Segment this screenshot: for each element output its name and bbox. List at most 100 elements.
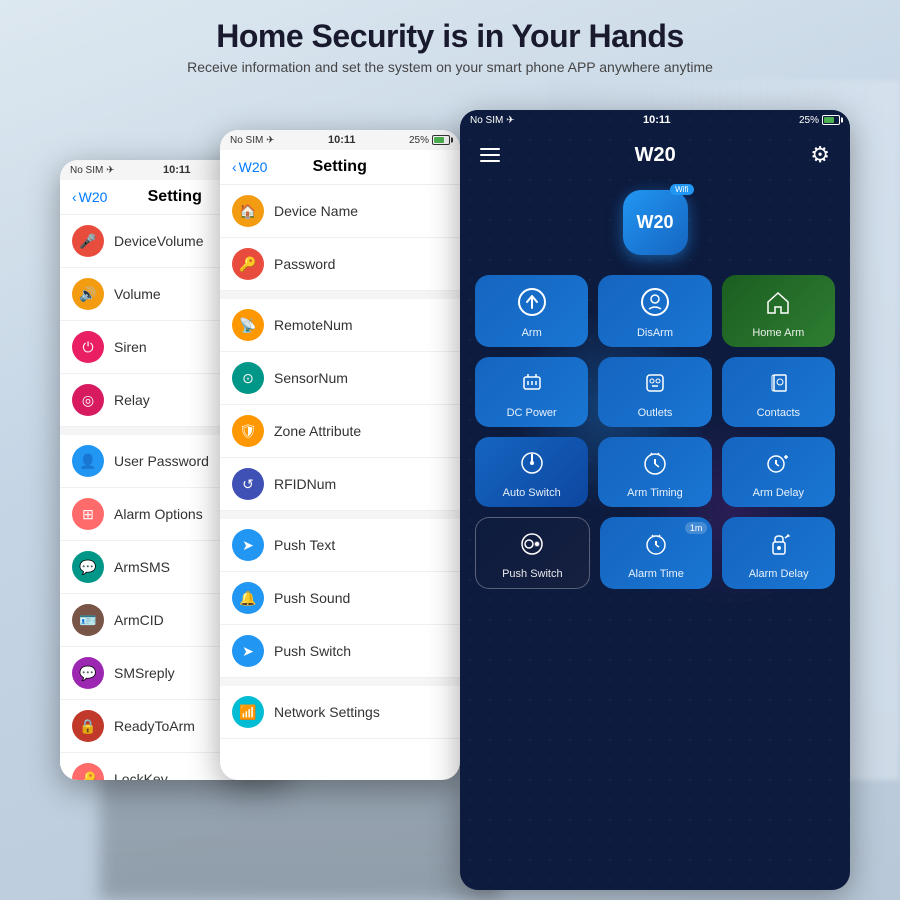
phone2-battery-icon <box>432 135 450 145</box>
phone3-battery-fill <box>824 117 834 123</box>
phone2-status-bar: No SIM ✈ 10:11 25% <box>220 130 460 150</box>
header-section: Home Security is in Your Hands Receive i… <box>0 18 900 75</box>
alarmdelay-label: Alarm Delay <box>749 568 809 580</box>
phone2-menu-item-0[interactable]: 🏠 Device Name <box>220 185 460 238</box>
phone2-battery-pct: 25% <box>409 135 429 146</box>
phone1-icon-1: 🔊 <box>72 278 104 310</box>
phone3-battery-pct: 25% <box>799 115 819 126</box>
phone2-label-2: RemoteNum <box>274 317 448 333</box>
grid-btn-armtiming[interactable]: Arm Timing <box>598 437 711 507</box>
phone2-menu-item-9[interactable]: 📶 Network Settings <box>220 686 460 739</box>
phone1-icon-6: 💬 <box>72 551 104 583</box>
phone2-menu-item-3[interactable]: ⊙ SensorNum <box>220 352 460 405</box>
grid-section: Arm DisArm <box>460 270 850 604</box>
grid-btn-autoswitch[interactable]: Auto Switch <box>475 437 588 507</box>
grid-btn-armdelay[interactable]: Arm Delay <box>722 437 835 507</box>
alarmdelay-icon <box>765 530 793 562</box>
grid-btn-alarmtime[interactable]: 1m Alarm Time <box>600 517 713 589</box>
phone2-sim: No SIM ✈ <box>230 135 275 146</box>
grid-btn-pushswitch[interactable]: Push Switch <box>475 517 590 589</box>
phone2-label-3: SensorNum <box>274 370 448 386</box>
phone2-label-6: Push Text <box>274 537 448 553</box>
phone2-back-btn[interactable]: ‹ W20 <box>232 159 267 175</box>
phone2-menu-item-2[interactable]: 📡 RemoteNum <box>220 299 460 352</box>
phone1-sim: No SIM ✈ <box>70 165 115 176</box>
phone2-menu-item-4[interactable]: 🛡 Zone Attribute <box>220 405 460 458</box>
grid-btn-arm[interactable]: Arm <box>475 275 588 347</box>
phone2-back-arrow: ‹ <box>232 159 237 175</box>
phone2-nav-title: Setting <box>267 158 412 176</box>
phone3-device-name: W20 <box>635 144 676 167</box>
phones-container: No SIM ✈ 10:11 26% ‹ W20 Setting 🎤 <box>30 110 870 870</box>
alarmtime-badge: 1m <box>685 522 708 534</box>
arm-icon <box>517 287 547 321</box>
grid-btn-alarmdelay[interactable]: Alarm Delay <box>722 517 835 589</box>
outlets-icon <box>641 369 669 401</box>
phone1-icon-5: ⊞ <box>72 498 104 530</box>
grid-row-1: DC Power Outlets <box>475 357 835 427</box>
phone2-label-0: Device Name <box>274 203 448 219</box>
phone2-icon-4: 🛡 <box>232 415 264 447</box>
phone1-status-left: No SIM ✈ <box>70 165 115 176</box>
phone2-nav: ‹ W20 Setting <box>220 150 460 185</box>
phone1-back-label: W20 <box>79 189 108 205</box>
hamburger-line-2 <box>480 154 500 156</box>
phone2-icon-2: 📡 <box>232 309 264 341</box>
armdelay-label: Arm Delay <box>753 487 804 499</box>
phone3-status-left: No SIM ✈ <box>470 115 515 126</box>
grid-row-2: Auto Switch Arm Timing <box>475 437 835 507</box>
grid-btn-outlets[interactable]: Outlets <box>598 357 711 427</box>
phone3-battery-icon <box>822 115 840 125</box>
phone2-menu-item-6[interactable]: ➤ Push Text <box>220 519 460 572</box>
main-title: Home Security is in Your Hands <box>0 18 900 55</box>
w20-badge[interactable]: W20 Wifi <box>623 190 688 255</box>
phone2-label-5: RFIDNum <box>274 476 448 492</box>
grid-btn-dcpower[interactable]: DC Power <box>475 357 588 427</box>
grid-btn-disarm[interactable]: DisArm <box>598 275 711 347</box>
w20-badge-text: W20 <box>636 212 673 233</box>
phone1-time: 10:11 <box>163 164 191 176</box>
disarm-label: DisArm <box>637 327 673 339</box>
arm-label: Arm <box>522 327 542 339</box>
phone2-divider <box>220 291 460 299</box>
gear-icon[interactable]: ⚙ <box>810 142 830 168</box>
dcpower-label: DC Power <box>507 407 557 419</box>
phone2-menu-item-7[interactable]: 🔔 Push Sound <box>220 572 460 625</box>
phone2-status-left: No SIM ✈ <box>230 135 275 146</box>
phone1-icon-2: ⏻ <box>72 331 104 363</box>
armdelay-icon <box>764 449 792 481</box>
w20-badge-container: W20 Wifi <box>460 180 850 270</box>
phone2-divider2 <box>220 511 460 519</box>
hamburger-line-3 <box>480 160 500 162</box>
phone2-menu-item-8[interactable]: ➤ Push Switch <box>220 625 460 678</box>
phone2-label-1: Password <box>274 256 448 272</box>
pushswitch-label: Push Switch <box>502 568 563 580</box>
contacts-icon <box>764 369 792 401</box>
phone1-back-btn[interactable]: ‹ W20 <box>72 189 107 205</box>
alarmtime-icon <box>642 530 670 562</box>
autoswitch-label: Auto Switch <box>503 487 561 499</box>
phone2-menu-item-5[interactable]: ↺ RFIDNum <box>220 458 460 511</box>
phone2-time: 10:11 <box>328 134 356 146</box>
phone2-icon-1: 🔑 <box>232 248 264 280</box>
sub-title: Receive information and set the system o… <box>0 59 900 75</box>
phone1-back-arrow: ‹ <box>72 189 77 205</box>
armtiming-label: Arm Timing <box>627 487 683 499</box>
grid-btn-homearm[interactable]: Home Arm <box>722 275 835 347</box>
grid-row-3: Push Switch 1m Alarm Time <box>475 517 835 589</box>
phone3-status-bar: No SIM ✈ 10:11 25% <box>460 110 850 130</box>
contacts-label: Contacts <box>757 407 800 419</box>
dcpower-icon <box>518 369 546 401</box>
phone1-icon-0: 🎤 <box>72 225 104 257</box>
hamburger-icon[interactable] <box>480 148 500 162</box>
phone1-icon-10: 🔑 <box>72 763 104 780</box>
phone2-menu-item-1[interactable]: 🔑 Password <box>220 238 460 291</box>
phone2-icon-5: ↺ <box>232 468 264 500</box>
phone3-status-right: 25% <box>799 115 840 126</box>
phone2-status-right: 25% <box>409 135 450 146</box>
phone3-sim: No SIM ✈ <box>470 115 515 126</box>
alarmtime-label: Alarm Time <box>628 568 684 580</box>
pushswitch-icon <box>518 530 546 562</box>
phone2-icon-7: 🔔 <box>232 582 264 614</box>
grid-btn-contacts[interactable]: Contacts <box>722 357 835 427</box>
